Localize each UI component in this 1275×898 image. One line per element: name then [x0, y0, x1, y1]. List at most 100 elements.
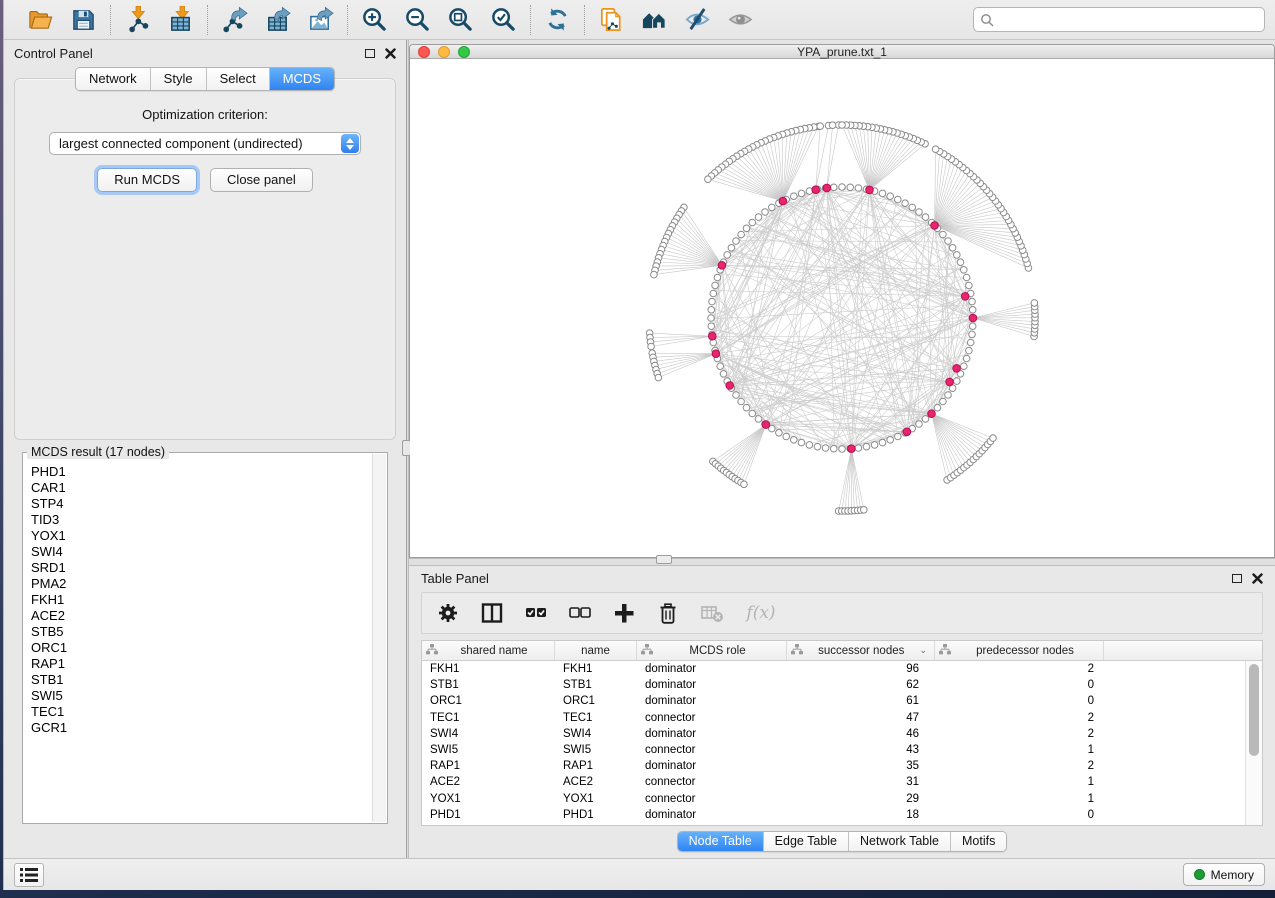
tab-edge-table[interactable]: Edge Table [764, 832, 849, 851]
satellite-node[interactable] [839, 122, 846, 129]
ring-node[interactable] [798, 439, 805, 446]
table-row[interactable]: TEC1TEC1connector472 [422, 710, 1245, 726]
ring-node[interactable] [738, 231, 745, 238]
ring-node[interactable] [749, 410, 756, 417]
export-image-icon[interactable] [306, 5, 335, 34]
mcds-result-item[interactable]: GCR1 [24, 720, 372, 736]
table-scrollbar[interactable] [1245, 661, 1262, 825]
table-row[interactable]: ACE2ACE2connector311 [422, 774, 1245, 790]
ring-node[interactable] [909, 204, 916, 211]
tab-node-table[interactable]: Node Table [678, 832, 764, 851]
mcds-node[interactable] [961, 293, 969, 301]
ring-node[interactable] [776, 430, 783, 437]
mcds-result-item[interactable]: TEC1 [24, 704, 372, 720]
ring-node[interactable] [916, 209, 923, 216]
satellite-node[interactable] [990, 435, 997, 442]
ring-node[interactable] [710, 290, 717, 297]
mcds-node[interactable] [903, 428, 911, 436]
mcds-result-item[interactable]: CAR1 [24, 480, 372, 496]
ring-node[interactable] [967, 339, 974, 346]
ring-node[interactable] [762, 209, 769, 216]
close-panel-button[interactable]: Close panel [210, 168, 313, 192]
ring-node[interactable] [940, 398, 947, 405]
ring-node[interactable] [717, 363, 724, 370]
ring-node[interactable] [839, 446, 846, 453]
table-row[interactable]: SWI5SWI5connector431 [422, 742, 1245, 758]
ring-node[interactable] [945, 238, 952, 245]
save-icon[interactable] [69, 5, 98, 34]
ring-node[interactable] [712, 282, 719, 289]
ring-node[interactable] [855, 185, 862, 192]
satellite-node[interactable] [705, 176, 712, 183]
settings-icon[interactable] [436, 601, 460, 625]
zoom-out-icon[interactable] [403, 5, 432, 34]
table-scrollbar-thumb[interactable] [1249, 664, 1259, 756]
ring-node[interactable] [733, 392, 740, 399]
export-network-icon[interactable] [220, 5, 249, 34]
mcds-node[interactable] [866, 186, 874, 194]
ring-node[interactable] [940, 231, 947, 238]
close-panel-icon[interactable] [385, 48, 396, 59]
satellite-node[interactable] [817, 123, 824, 130]
search-box[interactable] [973, 7, 1265, 32]
close-table-panel-icon[interactable] [1252, 573, 1263, 584]
ring-node[interactable] [887, 193, 894, 200]
ring-node[interactable] [791, 193, 798, 200]
column-header-predecessor-nodes[interactable]: predecessor nodes [935, 641, 1104, 660]
run-mcds-button[interactable]: Run MCDS [97, 168, 197, 192]
mcds-result-list[interactable]: PHD1CAR1STP4TID3YOX1SWI4SRD1PMA2FKH1ACE2… [24, 454, 372, 822]
columns-icon[interactable] [480, 601, 504, 625]
ring-node[interactable] [969, 331, 976, 338]
network-graph[interactable] [410, 59, 1275, 552]
network-canvas[interactable] [410, 59, 1274, 557]
mcds-result-item[interactable]: STB5 [24, 624, 372, 640]
refresh-icon[interactable] [543, 5, 572, 34]
ring-node[interactable] [945, 392, 952, 399]
ring-node[interactable] [720, 371, 727, 378]
ring-node[interactable] [961, 363, 968, 370]
mcds-node[interactable] [931, 222, 939, 230]
memory-button[interactable]: Memory [1183, 863, 1265, 886]
column-header-successor-nodes[interactable]: successor nodes⌄ [787, 641, 935, 660]
ring-node[interactable] [895, 433, 902, 440]
open-file-icon[interactable] [26, 5, 55, 34]
ring-node[interactable] [966, 282, 973, 289]
mcds-node[interactable] [712, 350, 720, 358]
float-table-panel-icon[interactable] [1232, 574, 1242, 583]
ring-node[interactable] [831, 445, 838, 452]
ring-node[interactable] [963, 355, 970, 362]
ring-node[interactable] [769, 204, 776, 211]
search-input[interactable] [998, 13, 1258, 27]
ring-node[interactable] [728, 245, 735, 252]
tab-network-table[interactable]: Network Table [849, 832, 951, 851]
deselect-all-icon[interactable] [568, 601, 592, 625]
tab-mcds[interactable]: MCDS [270, 68, 334, 90]
ring-node[interactable] [708, 323, 715, 330]
mcds-node[interactable] [953, 365, 961, 373]
mcds-node[interactable] [848, 445, 856, 453]
ring-node[interactable] [708, 307, 715, 314]
ring-node[interactable] [887, 437, 894, 444]
table-row[interactable]: SWI4SWI4dominator462 [422, 726, 1245, 742]
ring-node[interactable] [806, 442, 813, 449]
mcds-result-item[interactable]: STP4 [24, 496, 372, 512]
mcds-node[interactable] [718, 262, 726, 270]
table-row[interactable]: STB1STB1dominator620 [422, 677, 1245, 693]
ring-node[interactable] [839, 184, 846, 191]
ring-node[interactable] [949, 245, 956, 252]
ring-node[interactable] [847, 184, 854, 191]
mcds-node[interactable] [762, 421, 770, 429]
ring-node[interactable] [922, 214, 929, 221]
ring-node[interactable] [916, 421, 923, 428]
mcds-node[interactable] [946, 378, 954, 386]
mcds-result-item[interactable]: RAP1 [24, 656, 372, 672]
ring-node[interactable] [749, 219, 756, 226]
ring-node[interactable] [879, 190, 886, 197]
ring-node[interactable] [814, 443, 821, 450]
ring-node[interactable] [743, 404, 750, 411]
export-table-icon[interactable] [263, 5, 292, 34]
ring-node[interactable] [855, 445, 862, 452]
ring-node[interactable] [755, 416, 762, 423]
ring-node[interactable] [961, 267, 968, 274]
mcds-result-item[interactable]: TID3 [24, 512, 372, 528]
